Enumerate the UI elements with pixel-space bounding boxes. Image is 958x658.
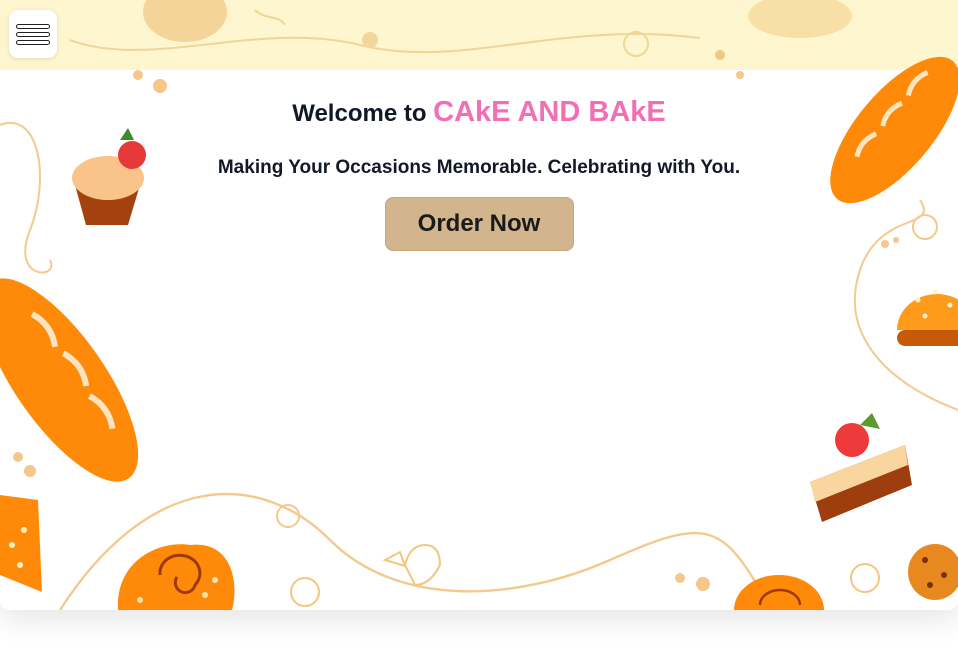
- hero-content: Welcome to CAkE AND BAkE Making Your Occ…: [0, 94, 958, 251]
- welcome-prefix: Welcome to: [292, 100, 434, 127]
- bun-right: [897, 289, 958, 346]
- hamburger-menu-icon: [16, 39, 50, 45]
- croissant-bottom-left: [0, 495, 42, 592]
- order-now-button[interactable]: Order Now: [384, 197, 574, 251]
- hamburger-menu-button[interactable]: [9, 10, 57, 58]
- welcome-heading: Welcome to CAkE AND BAkE: [0, 94, 958, 132]
- cookie-bottom-right: [908, 544, 958, 600]
- bakery-illustration: [0, 56, 958, 610]
- hamburger-menu-icon: [16, 23, 50, 29]
- cake-slice: [810, 413, 912, 522]
- roll-bottom-right: [734, 575, 824, 610]
- cinnamon-roll: [117, 544, 235, 610]
- tagline: Making Your Occasions Memorable. Celebra…: [217, 157, 741, 178]
- hamburger-menu-icon: [16, 31, 50, 37]
- brand-name: CAkE AND BAkE: [433, 96, 666, 128]
- hero-section: Welcome to CAkE AND BAkE Making Your Occ…: [0, 0, 958, 610]
- baguette-left: [0, 278, 139, 482]
